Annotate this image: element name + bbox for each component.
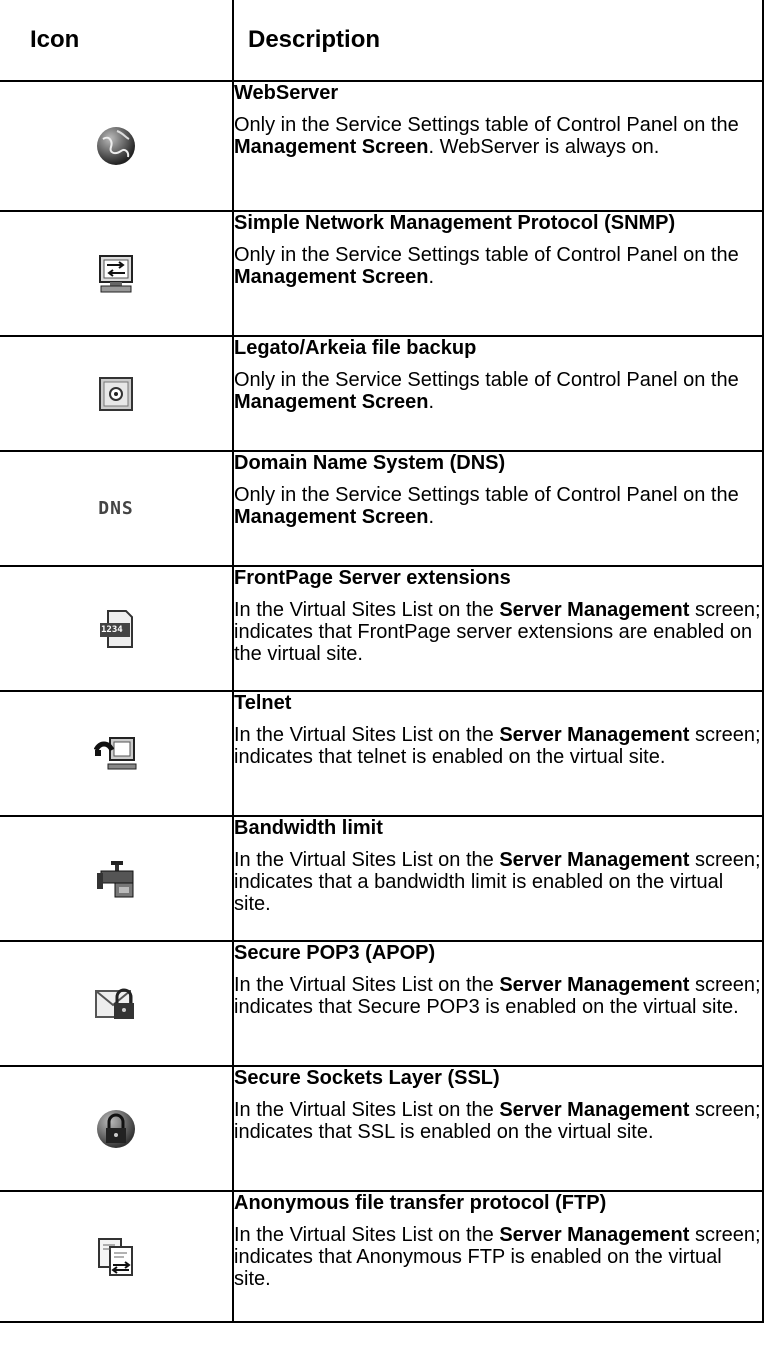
row-description: In the Virtual Sites List on the Server …: [234, 1099, 761, 1143]
row-title: Secure POP3 (APOP): [234, 942, 436, 964]
row-description: In the Virtual Sites List on the Server …: [234, 1224, 761, 1290]
row-title: Legato/Arkeia file backup: [234, 337, 477, 359]
row-title: Secure Sockets Layer (SSL): [234, 1067, 500, 1089]
icon-cell: [0, 80, 234, 212]
description-cell: Simple Network Management Protocol (SNMP…: [232, 210, 764, 337]
globe-icon: [92, 122, 140, 170]
column-header-description: Description: [232, 0, 764, 82]
icon-cell: DNS: [0, 450, 234, 567]
dns-icon-text: DNS: [98, 498, 134, 519]
description-cell: Secure POP3 (APOP) In the Virtual Sites …: [232, 940, 764, 1067]
file-transfer-icon: [92, 1233, 140, 1281]
table-row: Telnet In the Virtual Sites List on the …: [0, 690, 764, 817]
description-cell: Domain Name System (DNS) Only in the Ser…: [232, 450, 764, 567]
table-row: Secure POP3 (APOP) In the Virtual Sites …: [0, 940, 764, 1067]
table-header-row: Icon Description: [0, 0, 764, 82]
icon-cell: [0, 335, 234, 452]
icon-description-table: Icon Description WebServer Only in the S…: [0, 0, 764, 1323]
row-description: In the Virtual Sites List on the Server …: [234, 599, 761, 665]
table-row: WebServer Only in the Service Settings t…: [0, 80, 764, 212]
description-cell: Bandwidth limit In the Virtual Sites Lis…: [232, 815, 764, 942]
row-description: Only in the Service Settings table of Co…: [234, 484, 739, 528]
row-description: In the Virtual Sites List on the Server …: [234, 724, 761, 768]
icon-cell: 1234: [0, 565, 234, 692]
description-cell: Anonymous file transfer protocol (FTP) I…: [232, 1190, 764, 1323]
faucet-icon: [92, 855, 140, 903]
icon-cell: [0, 940, 234, 1067]
frontpage-icon-text: 1234: [101, 624, 123, 635]
description-cell: Legato/Arkeia file backup Only in the Se…: [232, 335, 764, 452]
telnet-icon: [92, 730, 140, 778]
frontpage-icon: 1234: [92, 605, 140, 653]
row-description: Only in the Service Settings table of Co…: [234, 244, 739, 288]
row-title: Bandwidth limit: [234, 817, 383, 839]
description-cell: Secure Sockets Layer (SSL) In the Virtua…: [232, 1065, 764, 1192]
description-cell: WebServer Only in the Service Settings t…: [232, 80, 764, 212]
table-row: Bandwidth limit In the Virtual Sites Lis…: [0, 815, 764, 942]
safe-icon: [92, 370, 140, 418]
icon-cell: [0, 690, 234, 817]
row-title: FrontPage Server extensions: [234, 567, 511, 589]
table-row: Secure Sockets Layer (SSL) In the Virtua…: [0, 1065, 764, 1192]
icon-cell: [0, 210, 234, 337]
description-cell: FrontPage Server extensions In the Virtu…: [232, 565, 764, 692]
row-title: WebServer: [234, 82, 339, 104]
row-description: Only in the Service Settings table of Co…: [234, 114, 739, 158]
row-description: Only in the Service Settings table of Co…: [234, 369, 739, 413]
row-description: In the Virtual Sites List on the Server …: [234, 974, 761, 1018]
icon-cell: [0, 1065, 234, 1192]
column-header-icon: Icon: [0, 0, 234, 82]
row-description: In the Virtual Sites List on the Server …: [234, 849, 761, 915]
row-title: Domain Name System (DNS): [234, 452, 506, 474]
envelope-lock-icon: [92, 980, 140, 1028]
network-monitor-icon: [92, 250, 140, 298]
icon-cell: [0, 1190, 234, 1323]
table-row: Anonymous file transfer protocol (FTP) I…: [0, 1190, 764, 1323]
table-row: Legato/Arkeia file backup Only in the Se…: [0, 335, 764, 452]
table-row: 1234 FrontPage Server extensions In the …: [0, 565, 764, 692]
table-row: Simple Network Management Protocol (SNMP…: [0, 210, 764, 337]
dns-icon: DNS: [92, 485, 140, 533]
row-title: Simple Network Management Protocol (SNMP…: [234, 212, 676, 234]
globe-lock-icon: [92, 1105, 140, 1153]
table-row: DNS Domain Name System (DNS) Only in the…: [0, 450, 764, 567]
row-title: Anonymous file transfer protocol (FTP): [234, 1192, 607, 1214]
description-cell: Telnet In the Virtual Sites List on the …: [232, 690, 764, 817]
icon-cell: [0, 815, 234, 942]
row-title: Telnet: [234, 692, 292, 714]
